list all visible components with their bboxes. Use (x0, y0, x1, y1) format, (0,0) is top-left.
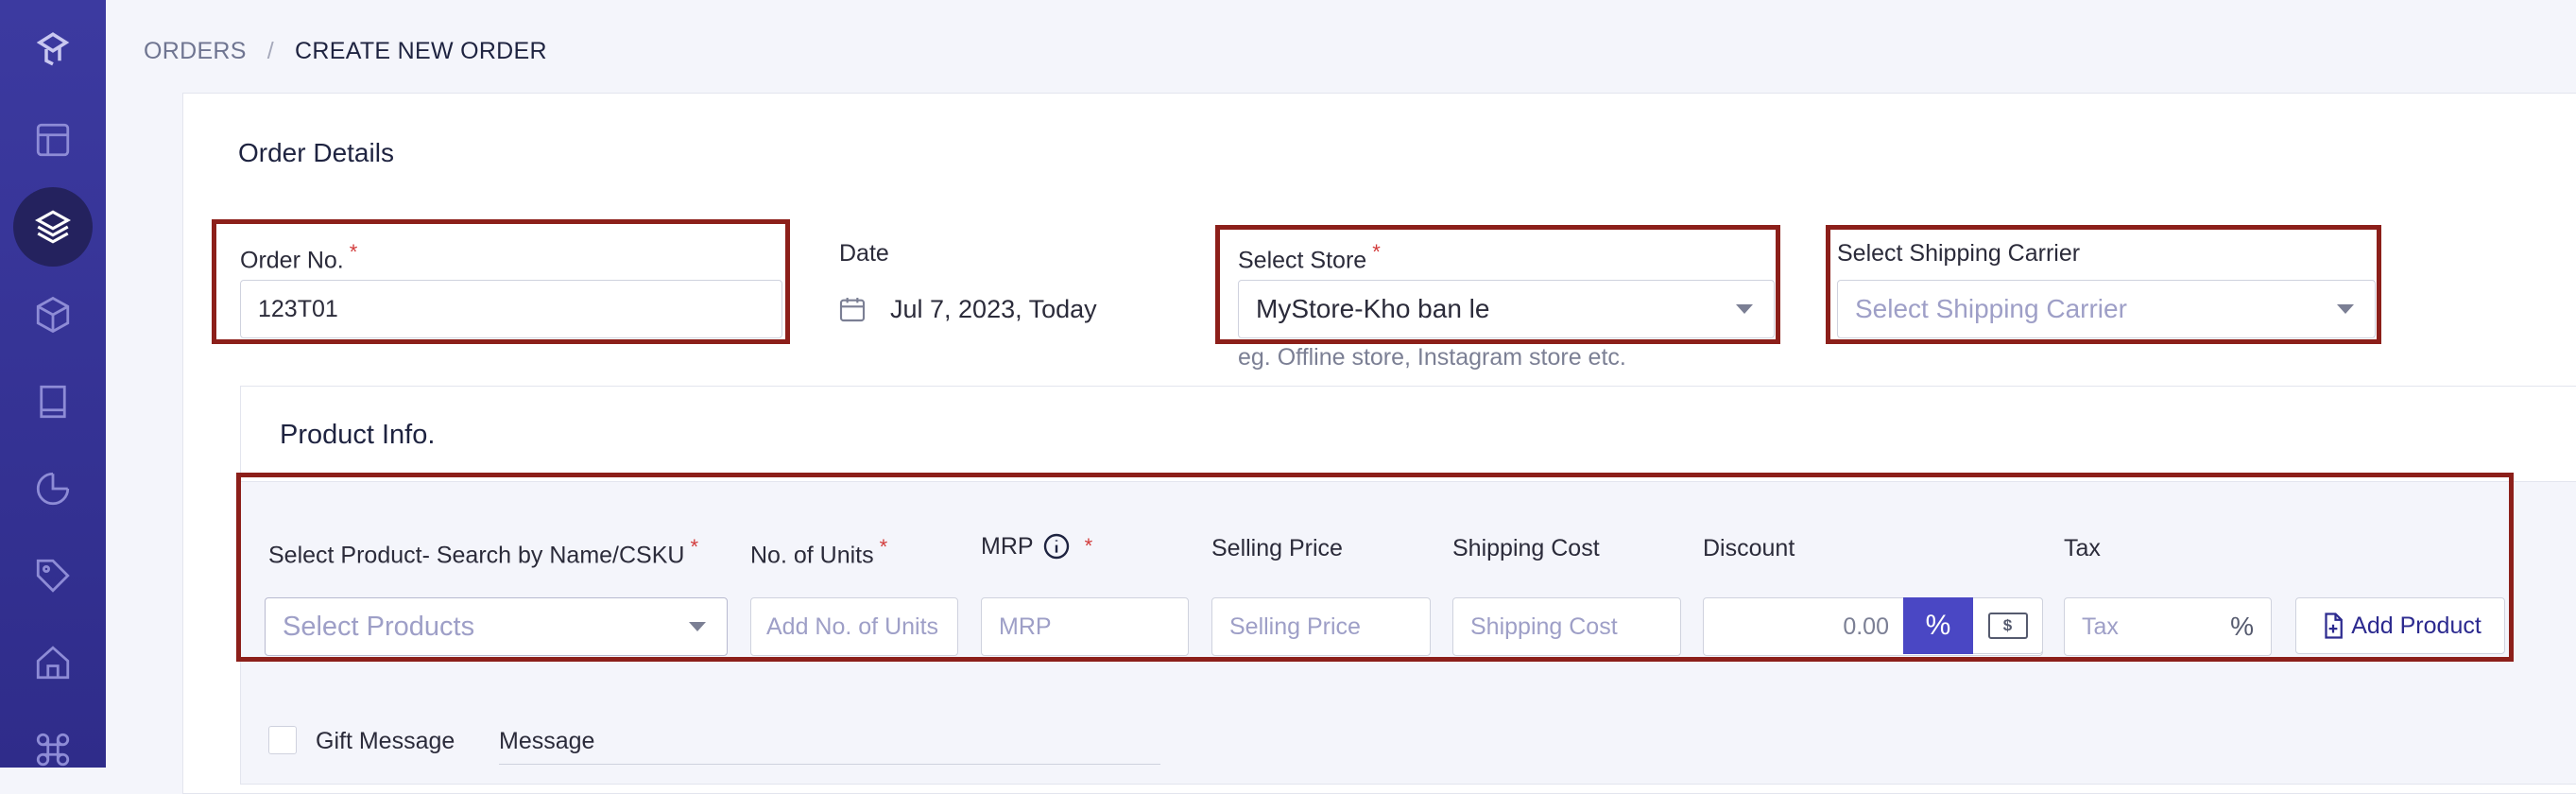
tax-placeholder: Tax (2082, 613, 2119, 640)
add-product-button[interactable]: Add Product (2295, 597, 2505, 654)
home-icon[interactable] (26, 636, 79, 689)
tax-label: Tax (2064, 535, 2101, 561)
percent-icon: % (2230, 612, 2254, 641)
discount-value: 0.00 (1843, 613, 1889, 640)
carrier-placeholder: Select Shipping Carrier (1855, 294, 2127, 323)
message-label: Message (499, 728, 595, 754)
date-label: Date (839, 240, 889, 267)
order-no-label: Order No. * (240, 240, 358, 274)
sidebar (0, 0, 106, 768)
tax-input[interactable]: Tax % (2064, 597, 2272, 656)
logo-icon[interactable] (26, 23, 79, 76)
layers-icon[interactable] (13, 187, 93, 267)
units-input[interactable]: Add No. of Units (750, 597, 958, 656)
product-info-title: Product Info. (280, 420, 436, 450)
mrp-placeholder: MRP (999, 613, 1052, 640)
add-product-label: Add Product (2351, 612, 2482, 639)
discount-label: Discount (1703, 535, 1795, 561)
store-select[interactable]: MyStore-Kho ban le (1238, 280, 1775, 338)
box-icon[interactable] (26, 288, 79, 341)
product-label: Select Product- Search by Name/CSKU * (268, 535, 699, 569)
order-details-title: Order Details (238, 138, 394, 167)
pie-chart-icon[interactable] (26, 462, 79, 515)
order-no-value: 123T01 (258, 295, 338, 322)
order-no-field[interactable]: 123T01 (240, 280, 782, 338)
selling-price-placeholder: Selling Price (1229, 613, 1361, 640)
chevron-down-icon (689, 622, 706, 631)
chevron-down-icon (1736, 304, 1753, 314)
shipping-cost-label: Shipping Cost (1452, 535, 1600, 561)
carrier-select[interactable]: Select Shipping Carrier (1837, 280, 2376, 338)
product-select[interactable]: Select Products (265, 597, 728, 656)
discount-currency-button[interactable]: $ (1973, 597, 2043, 654)
breadcrumb-orders-link[interactable]: ORDERS (144, 38, 247, 65)
product-placeholder: Select Products (283, 611, 475, 642)
date-value[interactable]: Jul 7, 2023, Today (890, 295, 1097, 324)
store-label: Select Store * (1238, 240, 1381, 274)
store-hint: eg. Offline store, Instagram store etc. (1238, 344, 1626, 371)
product-info-header (240, 386, 2576, 482)
message-input[interactable] (499, 764, 1160, 768)
shipping-cost-input[interactable]: Shipping Cost (1452, 597, 1681, 656)
calendar-icon[interactable] (837, 293, 867, 330)
selling-price-input[interactable]: Selling Price (1211, 597, 1431, 656)
shipping-cost-placeholder: Shipping Cost (1470, 613, 1618, 640)
tag-icon[interactable] (26, 549, 79, 602)
info-icon[interactable] (1041, 531, 1072, 561)
mrp-input[interactable]: MRP (981, 597, 1189, 656)
chevron-down-icon (2337, 304, 2354, 314)
breadcrumb-current: CREATE NEW ORDER (295, 38, 547, 64)
breadcrumb-separator: / (266, 38, 275, 64)
carrier-label: Select Shipping Carrier (1837, 240, 2081, 267)
file-plus-icon (2319, 611, 2347, 641)
percent-icon: % (1925, 610, 1951, 641)
mrp-label: MRP * (981, 531, 1092, 561)
gift-message-label: Gift Message (316, 728, 455, 754)
units-label: No. of Units * (750, 535, 888, 569)
discount-percent-button[interactable]: % (1903, 597, 1973, 654)
book-icon[interactable] (26, 375, 79, 428)
selling-price-label: Selling Price (1211, 535, 1343, 561)
command-icon[interactable] (26, 723, 79, 776)
layout-icon[interactable] (26, 113, 79, 166)
breadcrumb: ORDERS / CREATE NEW ORDER (144, 38, 547, 65)
gift-message-checkbox[interactable] (268, 726, 297, 754)
dollar-bill-icon: $ (1987, 613, 2028, 639)
units-placeholder: Add No. of Units (766, 613, 939, 640)
store-value: MyStore-Kho ban le (1256, 294, 1490, 323)
